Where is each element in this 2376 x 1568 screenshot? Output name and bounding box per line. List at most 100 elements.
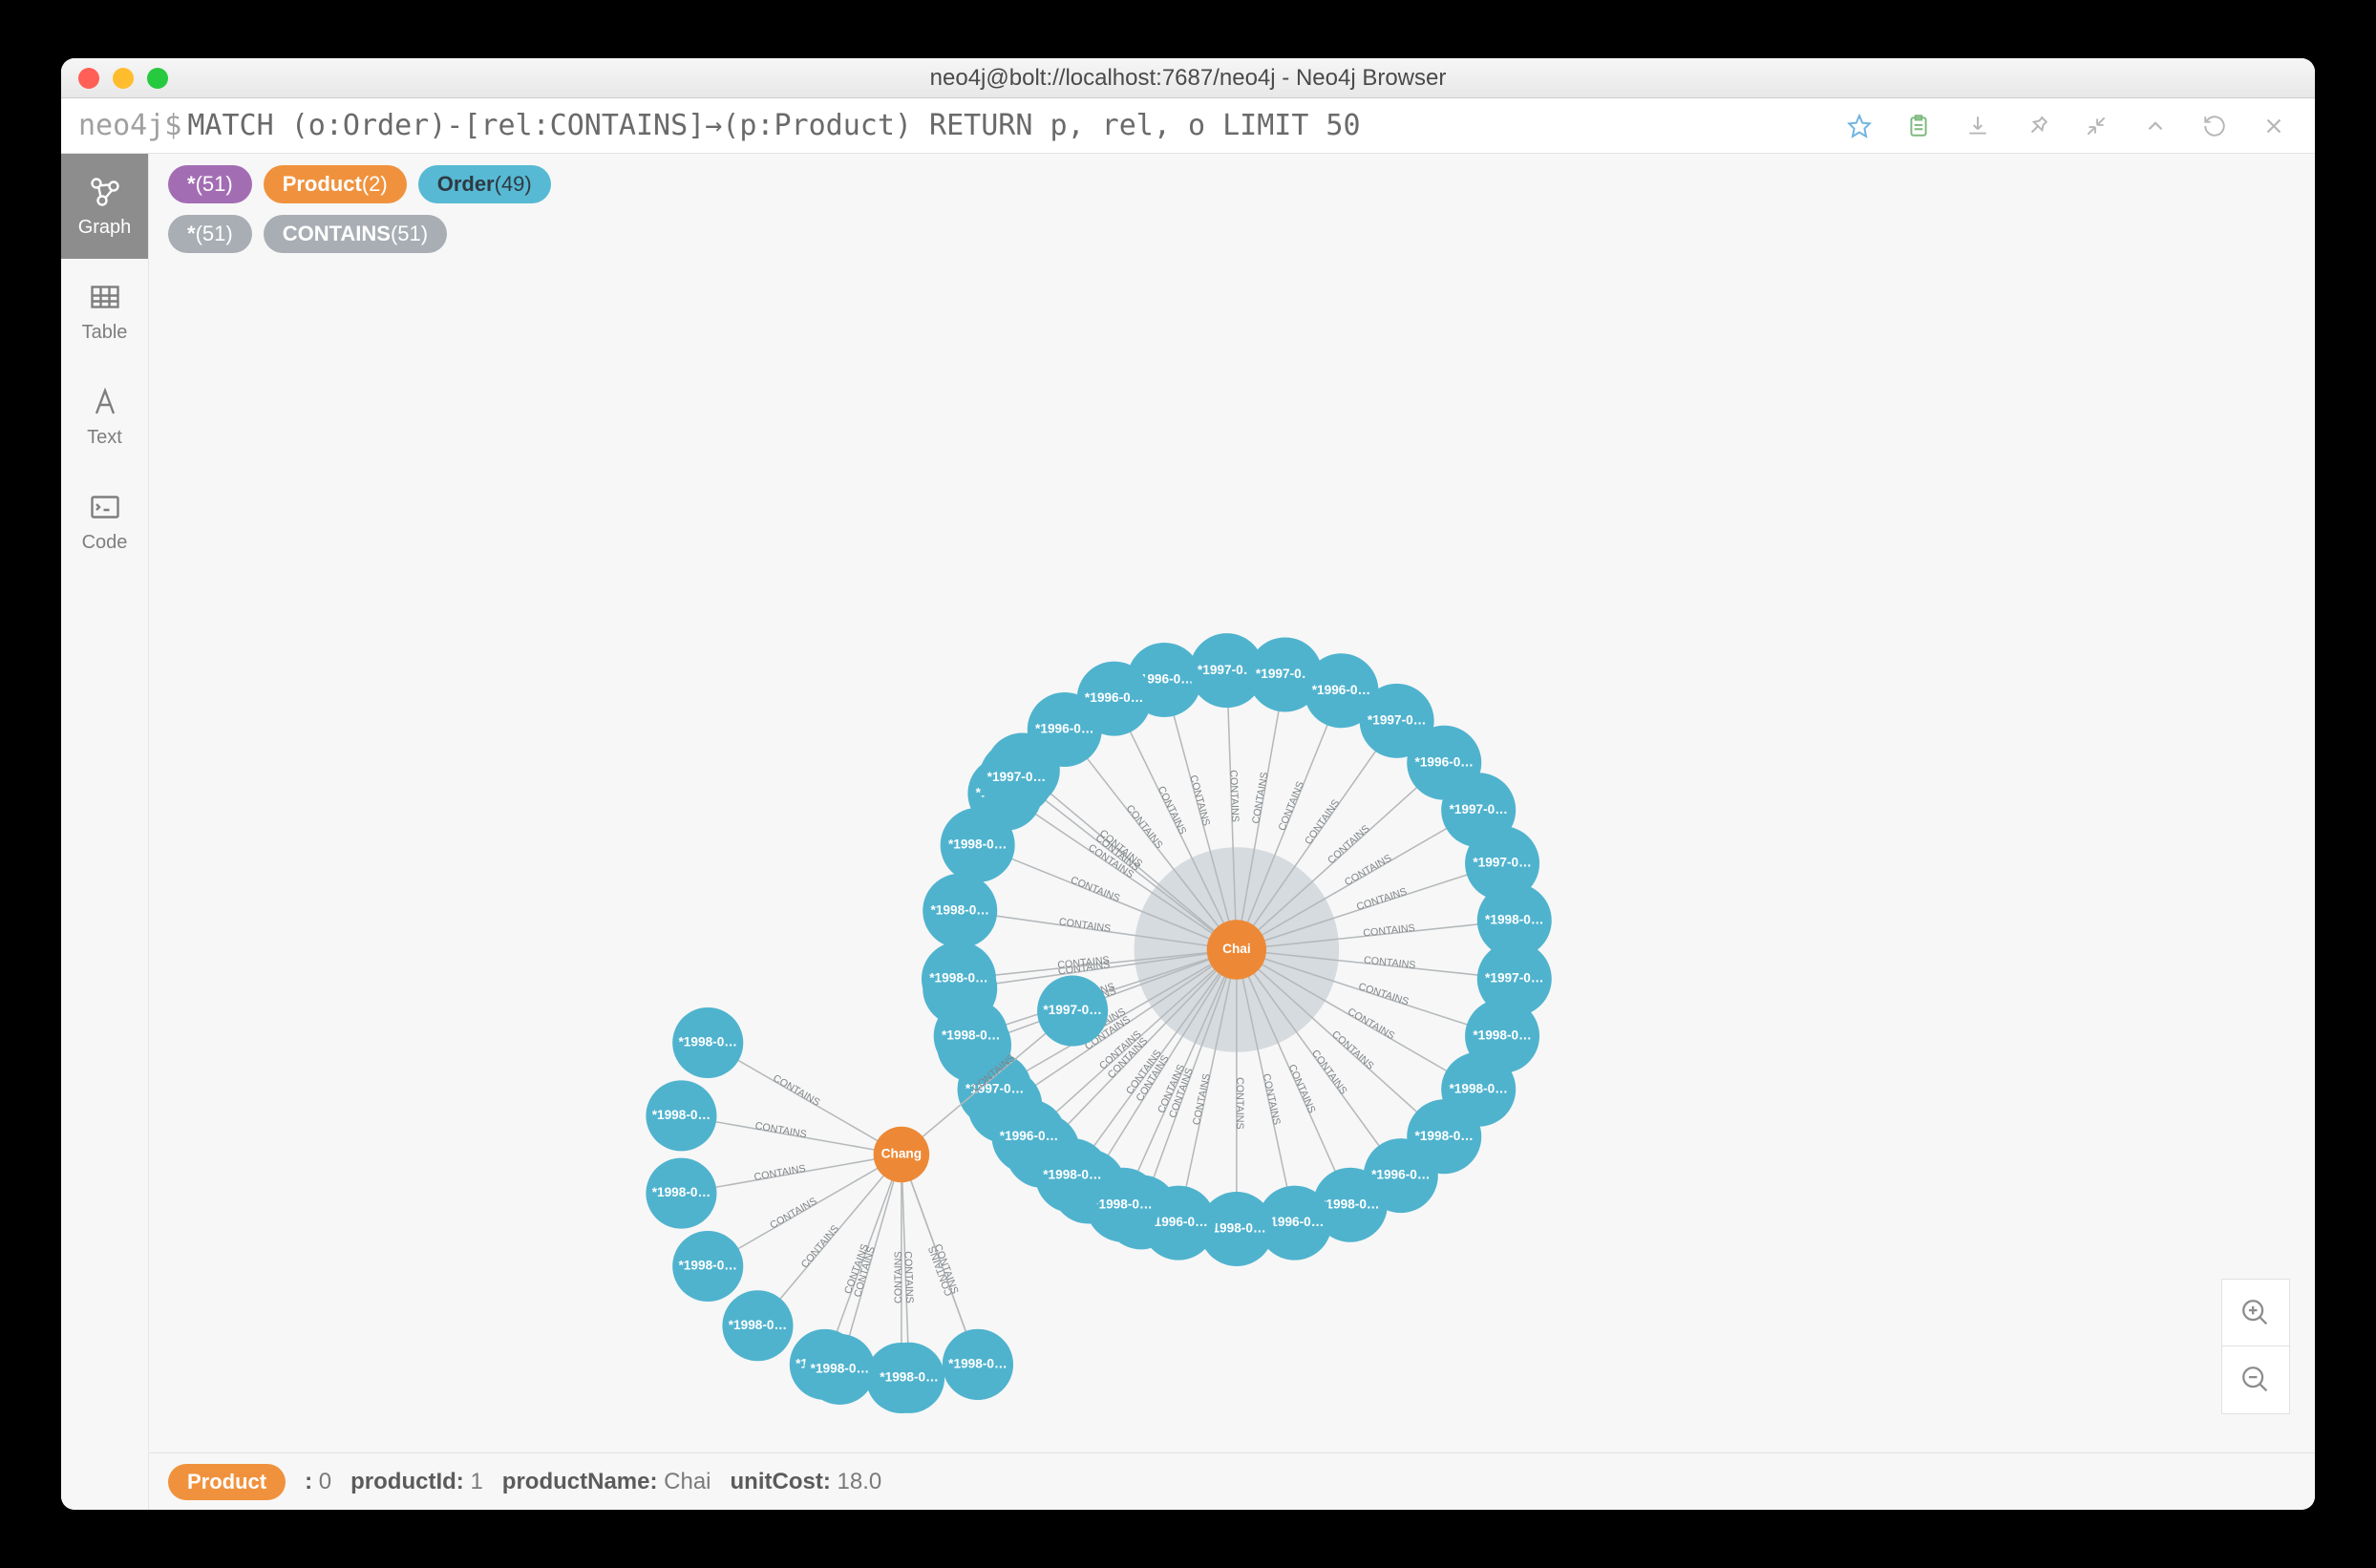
relationship-label: CONTAINS [1227, 770, 1241, 822]
order-node-label: *1997-0… [1043, 1003, 1101, 1017]
query-bar: neo4j$ MATCH (o:Order)-[rel:CONTAINS]→(p… [61, 98, 2315, 154]
zoom-out-button[interactable] [2222, 1346, 2289, 1413]
view-tab-graph[interactable]: Graph [61, 154, 148, 259]
order-node-label: *1998-0… [1485, 913, 1543, 927]
app-window: neo4j@bolt://localhost:7687/neo4j - Neo4… [61, 58, 2315, 1510]
query-prompt: neo4j$ [61, 109, 187, 142]
order-node-label: *1998-0… [1043, 1168, 1101, 1182]
canvas-holder: *(51) Product(2) Order(49) *(51) CONTAINS(5… [149, 154, 2315, 1510]
order-node-label: *1998-0… [931, 902, 989, 917]
order-node-label: *1996-0… [1265, 1215, 1324, 1229]
order-node-label: *1996-0… [1085, 690, 1143, 705]
order-node-label: *1998-0… [1093, 1197, 1152, 1211]
close-icon[interactable] [2261, 114, 2286, 138]
zoom-controls [2221, 1279, 2290, 1414]
order-node-label: *1998-0… [1449, 1081, 1507, 1095]
relationship-label: CONTAINS [902, 1251, 915, 1303]
order-node-label: *1997-0… [1473, 856, 1531, 870]
order-node-label: *1996-0… [1312, 683, 1370, 697]
relationship-label: CONTAINS [1156, 784, 1189, 836]
order-node-label: *1997-0… [1198, 663, 1256, 677]
save-notebook-icon[interactable] [1906, 114, 1931, 138]
relationship-label: CONTAINS [753, 1163, 807, 1183]
view-tab-code[interactable]: Code [61, 469, 148, 574]
relationship-label: CONTAINS [1355, 886, 1409, 913]
order-node-label: *1998-0… [880, 1369, 938, 1384]
detail-type-pill[interactable]: Product [168, 1464, 286, 1500]
order-node-label: *1996-0… [1415, 754, 1474, 769]
relationship-label: CONTAINS [1329, 1028, 1376, 1071]
order-node-label: *1996-0… [1000, 1129, 1058, 1143]
order-node-label: *1997-0… [1256, 667, 1314, 681]
relationship-label: CONTAINS [1250, 772, 1270, 825]
relationship-label: CONTAINS [1346, 1006, 1396, 1042]
favorite-icon[interactable] [1847, 114, 1872, 138]
order-node-label: *1998-0… [679, 1035, 737, 1049]
order-node-label: *1998-0… [948, 1356, 1007, 1370]
relationship-label: CONTAINS [1261, 1072, 1283, 1126]
order-node-label: *1997-0… [1368, 713, 1426, 728]
legend-pill-all[interactable]: *(51) [168, 165, 252, 203]
relationship-label: CONTAINS [799, 1223, 841, 1271]
order-node-label: *1998-0… [1473, 1028, 1531, 1042]
order-node-label: *1997-0… [987, 770, 1046, 784]
order-node-label: *1998-0… [1207, 1221, 1265, 1236]
query-toolbar [1847, 114, 2315, 138]
view-tab-label: Text [87, 427, 122, 449]
relationship-label: CONTAINS [754, 1120, 808, 1140]
legend-nodes: *(51) Product(2) Order(49) [149, 154, 2315, 203]
relationship-label: CONTAINS [1277, 780, 1307, 833]
relationship-label: CONTAINS [1309, 1048, 1349, 1096]
order-node-label: *1998-0… [729, 1318, 787, 1332]
product-node-label: Chang [881, 1147, 922, 1161]
order-node-label: *1998-0… [942, 1028, 1000, 1042]
relationship-label: CONTAINS [1363, 955, 1416, 972]
legend-rels: *(51) CONTAINS(51) [149, 203, 2315, 253]
order-node-label: *1998-0… [929, 971, 987, 985]
legend-pill-contains[interactable]: CONTAINS(51) [264, 215, 447, 253]
order-node-label: *1998-0… [948, 837, 1007, 852]
order-node-label: *1998-0… [811, 1362, 869, 1376]
relationship-label: CONTAINS [1191, 1072, 1213, 1126]
view-tab-label: Table [82, 322, 128, 344]
detail-fields: : 0productId: 1productName: ChaiunitCost… [305, 1469, 901, 1495]
download-icon[interactable] [1965, 114, 1990, 138]
legend-pill-all[interactable]: *(51) [168, 215, 252, 253]
view-tab-text[interactable]: Text [61, 364, 148, 469]
relationship-label: CONTAINS [1326, 823, 1372, 866]
relationship-label: CONTAINS [1303, 797, 1342, 847]
legend-pill-product[interactable]: Product(2) [264, 165, 407, 203]
result-body: Graph Table Text Code *(51) Product(2) Order(… [61, 154, 2315, 1510]
graph-svg: CONTAINS *1996-0… CONTAINS *1997-0… CONTAINS… [157, 261, 2307, 1452]
order-node-label: *1998-0… [652, 1185, 711, 1199]
relationship-label: CONTAINS [1285, 1063, 1317, 1115]
rerun-icon[interactable] [2202, 114, 2227, 138]
relationship-label: CONTAINS [1058, 916, 1112, 934]
view-tab-table[interactable]: Table [61, 259, 148, 364]
order-node-label: *1998-0… [679, 1259, 737, 1273]
relationship-label: CONTAINS [1357, 981, 1411, 1007]
view-sidebar: Graph Table Text Code [61, 154, 149, 1510]
order-node-label: *1998-0… [1321, 1197, 1379, 1211]
query-text[interactable]: MATCH (o:Order)-[rel:CONTAINS]→(p:Produc… [187, 109, 1360, 142]
order-node-label: *1998-0… [652, 1108, 711, 1122]
collapse-icon[interactable] [2084, 114, 2109, 138]
window-title: neo4j@bolt://localhost:7687/neo4j - Neo4… [61, 65, 2315, 92]
graph-canvas[interactable]: CONTAINS *1996-0… CONTAINS *1997-0… CONTAINS… [157, 261, 2307, 1452]
zoom-in-button[interactable] [2222, 1280, 2289, 1346]
view-tab-label: Code [82, 532, 128, 554]
relationship-label: CONTAINS [771, 1072, 821, 1109]
order-node-label: *1998-0… [1415, 1129, 1474, 1143]
relationship-label: CONTAINS [1069, 875, 1121, 905]
order-node-label: *1996-0… [1371, 1168, 1430, 1182]
pin-icon[interactable] [2025, 114, 2049, 138]
relationship-label: CONTAINS [1234, 1077, 1245, 1130]
order-node-label: *1996-0… [1035, 722, 1093, 736]
chevron-up-icon[interactable] [2143, 114, 2168, 138]
detail-field: : 0 [305, 1469, 331, 1494]
titlebar: neo4j@bolt://localhost:7687/neo4j - Neo4… [61, 58, 2315, 98]
order-node-label: *1997-0… [1485, 971, 1543, 985]
legend-pill-order[interactable]: Order(49) [418, 165, 551, 203]
view-tab-label: Graph [78, 217, 132, 239]
detail-field: productName: Chai [502, 1469, 711, 1494]
